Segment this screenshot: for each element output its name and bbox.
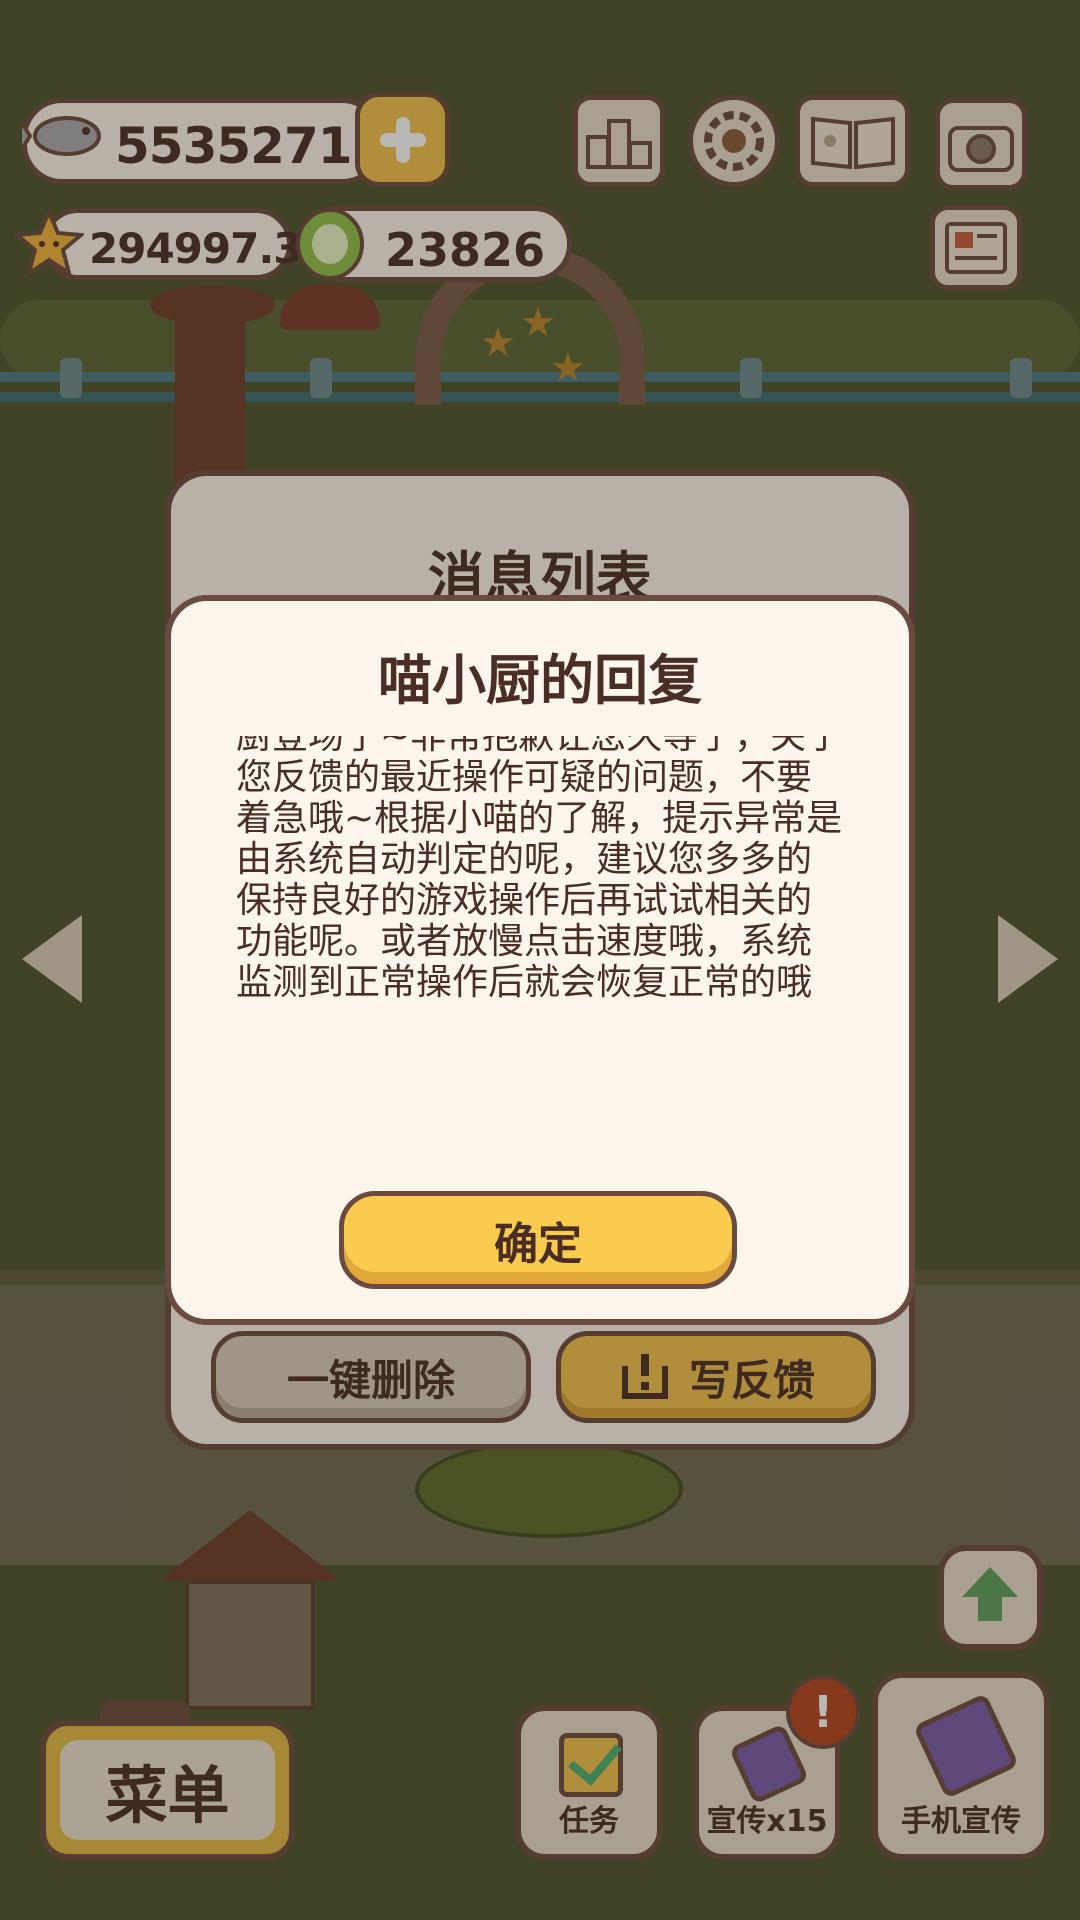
reply-text-scroll[interactable]: 厨登场了~非常抱歉让您久等了，关于您反馈的最近操作可疑的问题，不要着急哦~根据小… bbox=[236, 736, 846, 1016]
game-screen: ★ ★ ★ 5535271 294997.3 23826 菜单 任务 宣传x15… bbox=[0, 0, 1080, 1920]
reply-text: 厨登场了~非常抱歉让您久等了，关于您反馈的最近操作可疑的问题，不要着急哦~根据小… bbox=[236, 736, 843, 1003]
dialog-title: 喵小厨的回复 bbox=[378, 649, 702, 712]
reply-dialog: 喵小厨的回复 厨登场了~非常抱歉让您久等了，关于您反馈的最近操作可疑的问题，不要… bbox=[165, 595, 915, 1325]
confirm-button[interactable]: 确定 bbox=[339, 1191, 737, 1289]
confirm-label: 确定 bbox=[494, 1219, 582, 1270]
